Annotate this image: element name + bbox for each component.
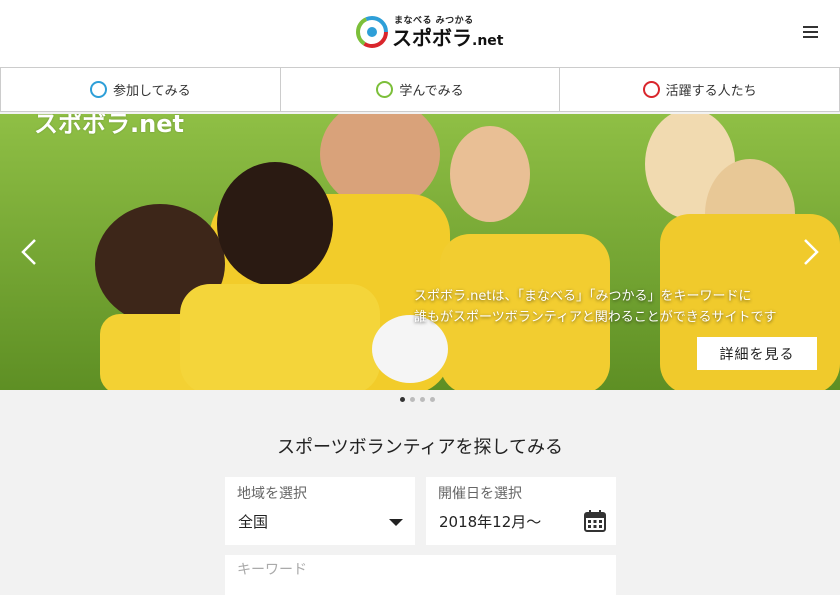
site-logo[interactable]: まなべる みつかる スポボラ.net (356, 12, 503, 52)
hero-caption-line2: 誰もがスポーツボランティアと関わることができるサイトです (414, 310, 777, 325)
participate-icon (90, 81, 108, 98)
dropdown-arrow-icon (389, 519, 403, 526)
detail-button[interactable]: 詳細を見る (697, 337, 817, 370)
slider-dot-3[interactable] (420, 397, 425, 402)
nav-participate[interactable]: 参加してみる (0, 67, 281, 112)
nav-people-label: 活躍する人たち (665, 84, 757, 99)
slider-dots (400, 397, 440, 402)
chevron-left-icon[interactable] (20, 238, 38, 266)
date-select[interactable]: 開催日を選択 2018年12月～ (426, 477, 616, 545)
logo-tagline: まなべる みつかる (394, 15, 474, 26)
slider-dot-4[interactable] (430, 397, 435, 402)
area-select-label: 地域を選択 (237, 486, 307, 502)
people-icon (642, 81, 660, 98)
learn-icon (376, 81, 394, 98)
main-nav: 参加してみる 学んでみる 活躍する人たち (0, 67, 840, 114)
logo-name-main: スポボラ (392, 25, 472, 50)
keyword-field[interactable] (225, 555, 616, 595)
area-select[interactable]: 地域を選択 全国 (225, 477, 415, 545)
slide-logo: スポボラ.net (34, 114, 184, 138)
nav-participate-label: 参加してみる (113, 84, 191, 99)
slider-dot-2[interactable] (410, 397, 415, 402)
logo-mark-icon (356, 16, 388, 48)
hamburger-icon[interactable] (803, 26, 818, 38)
hero-caption-line1: スポボラ.netは、「まなべる」「みつかる」をキーワードに (414, 289, 752, 304)
date-select-value: 2018年12月～ (439, 513, 542, 531)
slider-dot-1[interactable] (400, 397, 405, 402)
area-select-value: 全国 (238, 513, 269, 531)
search-title: スポーツボランティアを探してみる (276, 437, 564, 458)
date-select-label: 開催日を選択 (438, 486, 522, 502)
logo-name: スポボラ.net (392, 26, 503, 50)
hero-caption: スポボラ.netは、「まなべる」「みつかる」をキーワードに 誰もがスポーツボラン… (414, 286, 834, 328)
site-header: まなべる みつかる スポボラ.net (0, 0, 840, 67)
keyword-input[interactable] (235, 561, 599, 579)
logo-name-suffix: .net (472, 32, 504, 49)
hero-slider: スポボラ.net スポボラ.netは、「まなべる」「みつかる」をキーワードに 誰… (0, 114, 840, 390)
calendar-icon[interactable] (584, 510, 606, 532)
nav-learn[interactable]: 学んでみる (279, 67, 561, 112)
chevron-right-icon[interactable] (802, 238, 820, 266)
nav-learn-label: 学んでみる (399, 84, 464, 99)
nav-people[interactable]: 活躍する人たち (559, 67, 840, 112)
